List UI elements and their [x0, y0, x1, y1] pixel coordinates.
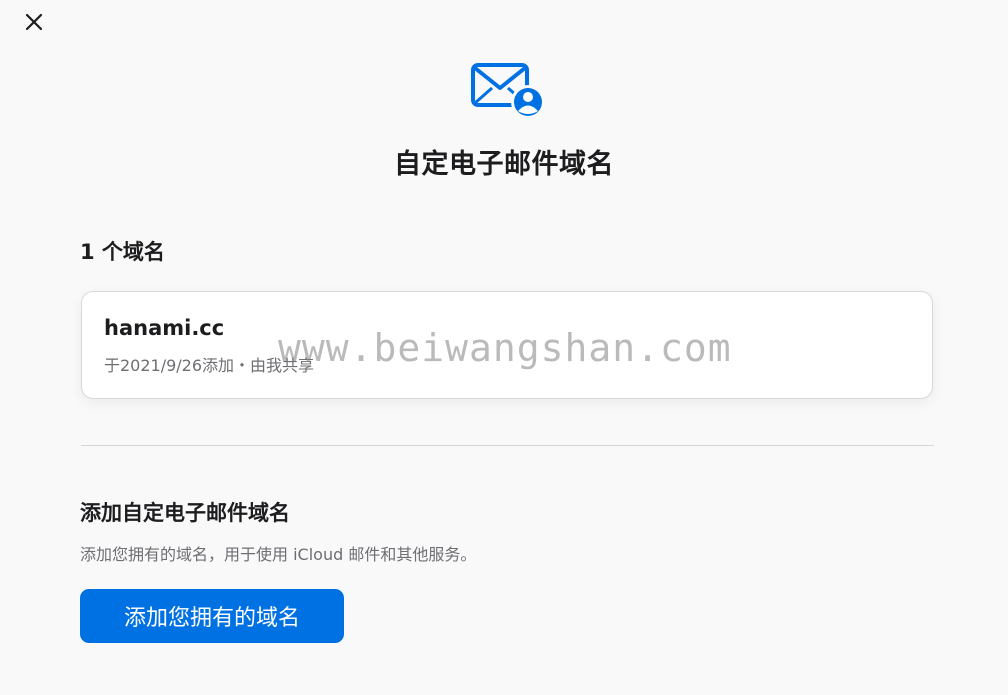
- page-title: 自定电子邮件域名: [394, 149, 614, 180]
- mail-person-icon: [471, 63, 545, 119]
- divider: [81, 445, 934, 446]
- add-domain-title: 添加自定电子邮件域名: [80, 501, 290, 525]
- domain-name: hanami.cc: [104, 316, 225, 340]
- close-icon: [25, 13, 43, 31]
- domain-count-label: 1 个域名: [80, 240, 165, 264]
- add-domain-description: 添加您拥有的域名，用于使用 iCloud 邮件和其他服务。: [80, 545, 477, 564]
- watermark: www.beiwangshan.com: [278, 326, 732, 370]
- close-button[interactable]: [20, 8, 48, 36]
- add-domain-button[interactable]: 添加您拥有的域名: [80, 589, 344, 643]
